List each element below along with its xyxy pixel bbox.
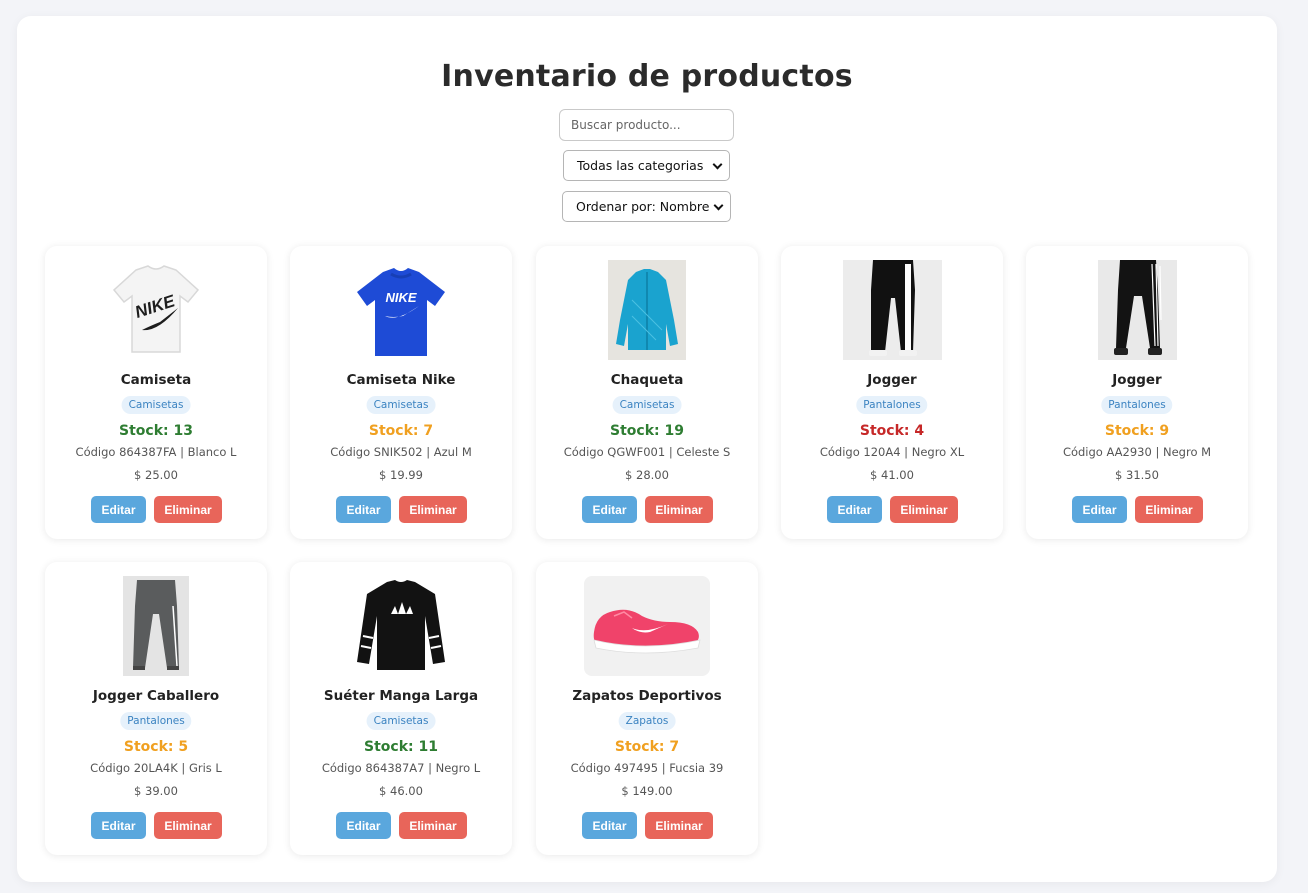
sort-select-value: Ordenar por: Nombre	[576, 199, 710, 214]
stock-label: Stock: 5	[123, 739, 189, 755]
product-card: NIKE Camiseta Nike Camisetas Stock: 7 Có…	[290, 246, 512, 539]
edit-button[interactable]: Editar	[336, 496, 391, 523]
stock-label: Stock: 7	[368, 423, 434, 439]
product-image	[584, 576, 710, 676]
stock-label: Stock: 11	[364, 739, 438, 755]
product-card: Jogger Pantalones Stock: 4 Código 120A4 …	[781, 246, 1003, 539]
stock-label: Stock: 19	[610, 423, 684, 439]
category-badge: Camisetas	[366, 712, 436, 730]
product-card: Jogger Caballero Pantalones Stock: 5 Cód…	[45, 562, 267, 855]
delete-button[interactable]: Eliminar	[399, 496, 467, 523]
product-details: Código 20LA4K | Gris L	[90, 761, 222, 775]
product-name: Chaqueta	[610, 372, 684, 388]
product-details: Código 120A4 | Negro XL	[819, 445, 965, 459]
product-card: Chaqueta Camisetas Stock: 19 Código QGWF…	[536, 246, 758, 539]
delete-button[interactable]: Eliminar	[154, 496, 222, 523]
product-price: $ 149.00	[621, 784, 673, 798]
stock-label: Stock: 9	[1104, 423, 1170, 439]
product-details: Código 864387A7 | Negro L	[321, 761, 481, 775]
edit-button[interactable]: Editar	[827, 496, 882, 523]
product-image: NIKE	[112, 265, 200, 353]
product-image	[1098, 260, 1177, 360]
product-details: Código 864387FA | Blanco L	[75, 445, 237, 459]
product-name: Camiseta Nike	[346, 372, 456, 388]
category-badge: Pantalones	[856, 396, 928, 414]
page-title: Inventario de productos	[441, 59, 853, 94]
product-price: $ 19.99	[379, 468, 423, 482]
edit-button[interactable]: Editar	[582, 496, 637, 523]
delete-button[interactable]: Eliminar	[645, 812, 713, 839]
product-details: Código 497495 | Fucsia 39	[570, 761, 724, 775]
product-image	[357, 580, 445, 670]
edit-button[interactable]: Editar	[91, 812, 146, 839]
product-name: Jogger Caballero	[92, 688, 220, 704]
stock-label: Stock: 13	[119, 423, 193, 439]
product-price: $ 25.00	[134, 468, 178, 482]
product-card: Zapatos Deportivos Zapatos Stock: 7 Códi…	[536, 562, 758, 855]
category-select-value: Todas las categorias	[577, 158, 704, 173]
edit-button[interactable]: Editar	[91, 496, 146, 523]
product-image: NIKE	[357, 268, 445, 356]
chevron-down-icon	[712, 159, 723, 170]
inventory-panel: Inventario de productos Todas las catego…	[17, 16, 1277, 882]
edit-button[interactable]: Editar	[1072, 496, 1127, 523]
category-badge: Camisetas	[612, 396, 682, 414]
delete-button[interactable]: Eliminar	[1135, 496, 1203, 523]
product-price: $ 31.50	[1115, 468, 1159, 482]
product-name: Camiseta	[120, 372, 192, 388]
chevron-down-icon	[713, 200, 724, 211]
category-badge: Zapatos	[618, 712, 676, 730]
product-price: $ 46.00	[379, 784, 423, 798]
product-price: $ 28.00	[625, 468, 669, 482]
product-details: Código SNIK502 | Azul M	[330, 445, 472, 459]
delete-button[interactable]: Eliminar	[154, 812, 222, 839]
product-card: Jogger Pantalones Stock: 9 Código AA2930…	[1026, 246, 1248, 539]
stock-label: Stock: 4	[859, 423, 925, 439]
product-card: Suéter Manga Larga Camisetas Stock: 11 C…	[290, 562, 512, 855]
category-badge: Pantalones	[1101, 396, 1173, 414]
delete-button[interactable]: Eliminar	[890, 496, 958, 523]
delete-button[interactable]: Eliminar	[399, 812, 467, 839]
search-input[interactable]	[559, 109, 734, 141]
product-price: $ 39.00	[134, 784, 178, 798]
product-name: Suéter Manga Larga	[323, 688, 479, 704]
category-badge: Camisetas	[121, 396, 191, 414]
product-card: NIKE Camiseta Camisetas Stock: 13 Código…	[45, 246, 267, 539]
product-details: Código AA2930 | Negro M	[1062, 445, 1212, 459]
product-name: Jogger	[867, 372, 917, 388]
sort-select[interactable]: Ordenar por: Nombre	[562, 191, 731, 222]
edit-button[interactable]: Editar	[336, 812, 391, 839]
stock-label: Stock: 7	[614, 739, 680, 755]
product-image	[843, 260, 942, 360]
product-image	[123, 576, 189, 676]
category-badge: Pantalones	[120, 712, 192, 730]
delete-button[interactable]: Eliminar	[645, 496, 713, 523]
category-badge: Camisetas	[366, 396, 436, 414]
product-name: Zapatos Deportivos	[572, 688, 722, 704]
product-price: $ 41.00	[870, 468, 914, 482]
category-select[interactable]: Todas las categorias	[563, 150, 730, 181]
svg-text:NIKE: NIKE	[385, 290, 416, 305]
product-details: Código QGWF001 | Celeste S	[563, 445, 731, 459]
edit-button[interactable]: Editar	[582, 812, 637, 839]
product-name: Jogger	[1112, 372, 1162, 388]
product-image	[608, 260, 686, 360]
